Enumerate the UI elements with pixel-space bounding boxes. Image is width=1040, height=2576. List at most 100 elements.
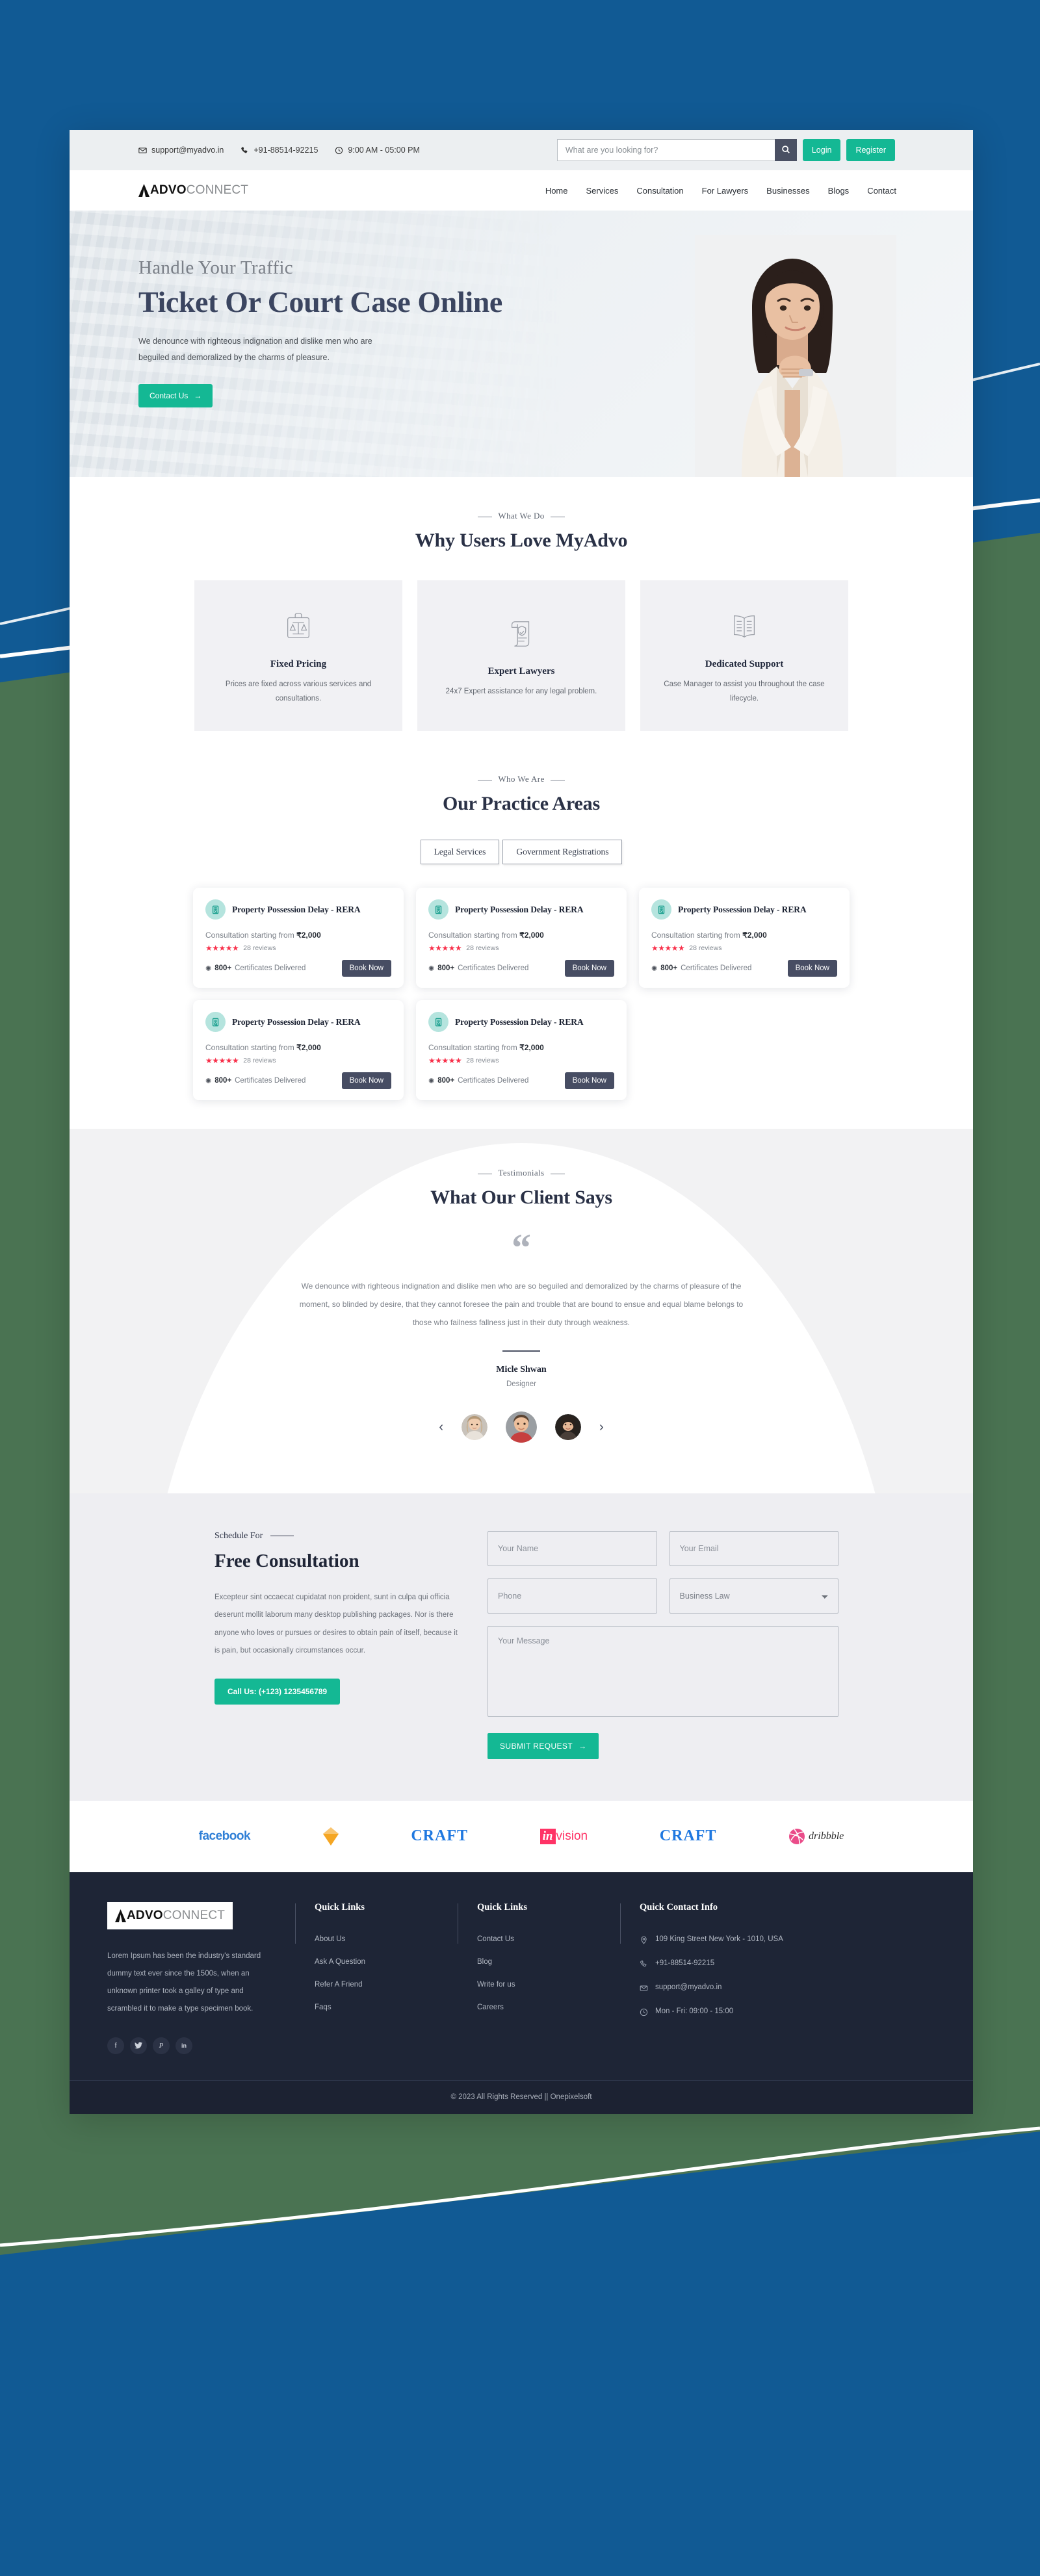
certs-count: 800+	[214, 964, 232, 972]
review-count: 28 reviews	[243, 1057, 276, 1064]
facebook-icon[interactable]: f	[107, 2037, 124, 2054]
carousel-next-button[interactable]: ›	[599, 1421, 604, 1434]
law-category-select[interactable]: Business Law	[669, 1578, 838, 1614]
brand-logo-strip: facebook CRAFT in vision CRAFT dribbble	[70, 1800, 973, 1872]
practice-card-price: Consultation starting from ₹2,000	[205, 931, 391, 940]
book-now-button[interactable]: Book Now	[341, 960, 391, 977]
phone-text: +91-88514-92215	[254, 146, 318, 155]
nav-item-contact[interactable]: Contact	[867, 186, 896, 196]
footer-link-write-for-us[interactable]: Write for us	[477, 1981, 619, 1989]
book-now-button[interactable]: Book Now	[564, 1072, 614, 1089]
sketch-diamond-icon	[322, 1827, 339, 1846]
practice-card[interactable]: Property Possession Delay - RERA Consult…	[193, 1000, 404, 1100]
testimonial-avatar-active[interactable]	[506, 1411, 537, 1443]
tab-government-registrations[interactable]: Government Registrations	[502, 840, 623, 864]
nav-item-for-lawyers[interactable]: For Lawyers	[702, 186, 749, 196]
phone-input[interactable]	[488, 1578, 657, 1614]
practice-card[interactable]: Property Possession Delay - RERA Consult…	[193, 888, 404, 988]
price-value: ₹2,000	[519, 931, 544, 940]
name-input[interactable]	[488, 1530, 657, 1566]
clock-icon	[640, 2008, 648, 2016]
practice-card-price: Consultation starting from ₹2,000	[428, 931, 614, 940]
footer-link-faqs[interactable]: Faqs	[315, 2003, 457, 2011]
certs-count: 800+	[437, 964, 455, 972]
footer-link-refer-friend[interactable]: Refer A Friend	[315, 1981, 457, 1989]
footer-link-ask-question[interactable]: Ask A Question	[315, 1958, 457, 1966]
arrow-right-icon: →	[578, 1741, 587, 1751]
utility-bar: support@myadvo.in +91-88514-92215 9:00 A…	[70, 130, 973, 170]
badge-icon: ✺	[651, 964, 658, 973]
book-now-button[interactable]: Book Now	[564, 960, 614, 977]
certs-count: 800+	[660, 964, 678, 972]
tab-legal-services[interactable]: Legal Services	[420, 840, 500, 864]
star-rating-icon: ★★★★★	[205, 1056, 239, 1065]
certificates-delivered: ✺ 800+ Certificates Delivered	[428, 1077, 528, 1085]
footer-logo[interactable]: ADVO CONNECT	[107, 1901, 233, 1929]
briefcase-scales-icon	[282, 606, 315, 646]
testimonials-title: What Our Client Says	[430, 1187, 612, 1208]
certs-label: Certificates Delivered	[235, 964, 306, 972]
quote-mark-icon: “	[512, 1226, 531, 1269]
practice-title: Our Practice Areas	[443, 793, 600, 814]
practice-card[interactable]: Property Possession Delay - RERA Consult…	[639, 888, 850, 988]
consultation-intro: Schedule For Free Consultation Excepteur…	[204, 1531, 458, 1759]
register-button[interactable]: Register	[846, 139, 895, 161]
site-logo[interactable]: ADVO CONNECT	[138, 183, 248, 198]
carousel-prev-button[interactable]: ‹	[439, 1421, 443, 1434]
price-label: Consultation starting from	[428, 931, 517, 940]
footer-link-careers[interactable]: Careers	[477, 2003, 619, 2011]
nav-item-blogs[interactable]: Blogs	[828, 186, 850, 196]
scroll-shield-icon	[505, 613, 538, 653]
footer-link-blog[interactable]: Blog	[477, 1958, 619, 1966]
facebook-logo: facebook	[198, 1829, 251, 1843]
email-input[interactable]	[669, 1530, 838, 1566]
search-input[interactable]	[556, 139, 775, 161]
book-now-button[interactable]: Book Now	[341, 1072, 391, 1089]
document-search-icon	[428, 899, 448, 920]
brand-sketch	[322, 1823, 339, 1849]
footer-link-about-us[interactable]: About Us	[315, 1935, 457, 1943]
craft-logo: CRAFT	[659, 1827, 717, 1845]
book-now-button[interactable]: Book Now	[787, 960, 837, 977]
price-value: ₹2,000	[742, 931, 767, 940]
testimonial-avatar[interactable]	[555, 1413, 581, 1440]
message-textarea[interactable]	[488, 1625, 838, 1717]
linkedin-icon[interactable]: in	[176, 2037, 192, 2054]
practice-card-rating: ★★★★★ 28 reviews	[428, 944, 614, 953]
logo-arrow-icon	[115, 1909, 126, 1922]
search-button[interactable]	[774, 139, 797, 161]
craft-logo: CRAFT	[411, 1827, 469, 1845]
practice-card-rating: ★★★★★ 28 reviews	[205, 944, 391, 953]
hero-section: Handle Your Traffic Ticket Or Court Case…	[70, 211, 973, 477]
feature-card-list: Fixed Pricing Prices are fixed across va…	[70, 580, 973, 731]
pinterest-icon[interactable]: P	[153, 2037, 170, 2054]
practice-eyebrow-text: Who We Are	[498, 774, 545, 784]
footer-link-contact-us[interactable]: Contact Us	[477, 1935, 619, 1943]
document-search-icon	[651, 899, 671, 920]
testimonial-avatar[interactable]	[462, 1413, 488, 1440]
login-button[interactable]: Login	[802, 139, 841, 161]
practice-card[interactable]: Property Possession Delay - RERA Consult…	[416, 888, 627, 988]
practice-card[interactable]: Property Possession Delay - RERA Consult…	[416, 1000, 627, 1100]
nav-item-services[interactable]: Services	[586, 186, 619, 196]
price-label: Consultation starting from	[205, 1043, 294, 1052]
hero-contact-button[interactable]: Contact Us →	[138, 383, 213, 407]
testimonials-content: Testimonials What Our Client Says “ We d…	[70, 1168, 973, 1443]
call-us-button[interactable]: Call Us: (+123) 1235456789	[214, 1678, 341, 1705]
price-value: ₹2,000	[519, 1043, 544, 1052]
footer-link-list: About Us Ask A Question Refer A Friend F…	[315, 1935, 457, 2011]
document-search-icon	[428, 1012, 448, 1032]
hero-title: Ticket Or Court Case Online	[138, 285, 502, 318]
nav-item-consultation[interactable]: Consultation	[636, 186, 683, 196]
twitter-icon[interactable]	[130, 2037, 147, 2054]
nav-item-home[interactable]: Home	[545, 186, 568, 196]
nav-item-businesses[interactable]: Businesses	[766, 186, 809, 196]
footer-column-heading: Quick Links	[477, 1901, 527, 1913]
location-pin-icon	[640, 1936, 648, 1944]
testimonials-eyebrow: Testimonials	[70, 1168, 973, 1178]
quote-divider	[502, 1350, 540, 1352]
phone-item: +91-88514-92215	[240, 146, 318, 155]
practice-card-title: Property Possession Delay - RERA	[232, 904, 361, 914]
logo-arrow-icon	[138, 184, 150, 197]
submit-request-button[interactable]: SUBMIT REQUEST →	[488, 1732, 599, 1759]
